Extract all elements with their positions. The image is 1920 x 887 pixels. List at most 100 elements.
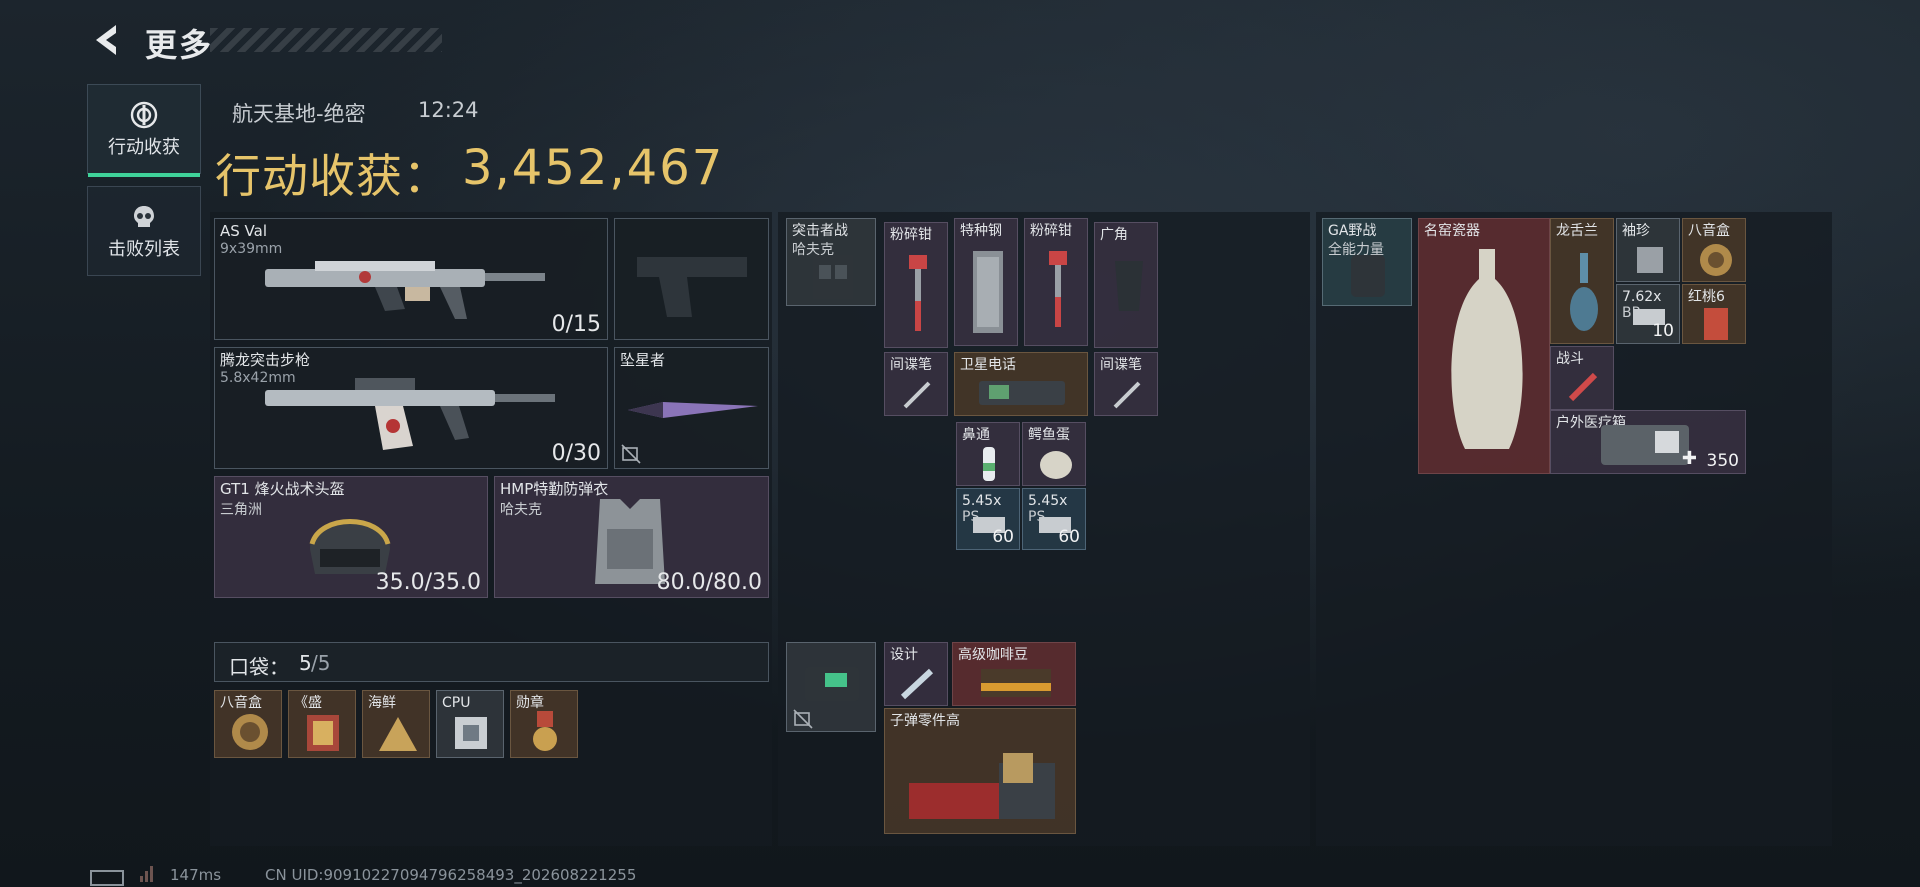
backpack-item[interactable]: 户外医疗箱 350 ✚ — [1550, 410, 1746, 474]
seafood-icon — [379, 717, 417, 751]
rig-item[interactable]: 粉碎钳 — [1024, 218, 1088, 346]
pocket-item[interactable]: 八音盒 — [214, 690, 282, 758]
wide-angle-lens-icon — [1115, 261, 1143, 311]
backpack-slot[interactable] — [786, 642, 876, 732]
map-name: 航天基地-绝密 — [232, 102, 366, 126]
tequila-bottle-icon — [1570, 253, 1598, 331]
pocket-item[interactable]: CPU — [436, 690, 504, 758]
pocket-item[interactable]: 《盛 — [288, 690, 356, 758]
item-quantity: 60 — [992, 527, 1014, 547]
coffee-beans-icon — [981, 669, 1051, 697]
item-name: 名窑瓷器 — [1424, 223, 1480, 239]
nasal-spray-icon — [983, 447, 995, 481]
page-title: 更多 — [145, 26, 214, 64]
pocket-item[interactable]: 勋章 — [510, 690, 578, 758]
combat-stimulant-icon — [1568, 372, 1598, 402]
armor-durability: 80.0/80.0 — [656, 570, 762, 595]
rig-item[interactable]: 粉碎钳 — [884, 222, 948, 348]
item-quantity: 10 — [1652, 321, 1674, 341]
item-name: CPU — [442, 695, 471, 711]
item-name: 鳄鱼蛋 — [1028, 427, 1070, 443]
ping: 147ms — [170, 866, 222, 884]
knife-icon — [628, 402, 758, 418]
pocket-item[interactable]: 海鲜 — [362, 690, 430, 758]
tab-loot[interactable]: 行动收获 — [87, 84, 201, 177]
rig-item[interactable]: 5.45x PS 60 — [1022, 488, 1086, 550]
pouch-item[interactable]: 子弹零件高 — [884, 708, 1076, 834]
helmet-durability: 35.0/35.0 — [375, 570, 481, 595]
loot-total-label: 行动收获： — [215, 149, 450, 203]
item-name: 鼻通 — [962, 427, 990, 443]
rig-item[interactable]: 特种钢 — [954, 218, 1018, 346]
rig-item[interactable]: 5.45x PS 60 — [956, 488, 1020, 550]
pouch-item[interactable]: 高级咖啡豆 — [952, 642, 1076, 706]
backpack-item[interactable]: 八音盒 — [1682, 218, 1746, 282]
loot-icon — [130, 101, 158, 129]
ammo-count: 0/30 — [551, 441, 601, 466]
backpack-item[interactable]: 龙舌兰 — [1550, 218, 1614, 344]
tab-loot-label: 行动收获 — [108, 137, 180, 158]
armor-slot[interactable]: HMP特勤防弹衣 哈夫克 80.0/80.0 — [494, 476, 769, 598]
spy-pen-icon — [1113, 381, 1141, 409]
music-box-icon — [1700, 244, 1732, 276]
item-name: 粉碎钳 — [890, 227, 932, 243]
cpu-icon — [455, 717, 487, 749]
backpack-item[interactable]: 7.62x BP 10 — [1616, 284, 1680, 344]
porcelain-vase-icon — [1451, 249, 1523, 449]
item-name: 红桃6 — [1688, 289, 1725, 305]
rig-item[interactable]: 间谍笔 — [884, 352, 948, 416]
special-steel-icon — [973, 251, 1003, 333]
item-name: 特种钢 — [960, 223, 1002, 239]
active-tab-indicator — [88, 173, 200, 177]
rig-item[interactable]: 卫星电话 — [954, 352, 1088, 416]
ammo-count: 0/15 — [551, 312, 601, 337]
item-name: 八音盒 — [1688, 223, 1730, 239]
pistol-silhouette-icon — [637, 257, 747, 317]
item-quantity: 350 — [1706, 451, 1739, 471]
plus-icon: ✚ — [1681, 448, 1697, 469]
item-name: 坠星者 — [620, 351, 666, 369]
backpack-item[interactable]: 战斗 — [1550, 346, 1614, 410]
item-maker: 哈夫克 — [500, 502, 542, 518]
item-name: GA野战 — [1328, 223, 1377, 239]
field-backpack-icon — [1351, 255, 1385, 297]
rig-item[interactable]: 广角 — [1094, 222, 1158, 348]
item-name: 高级咖啡豆 — [958, 647, 1028, 663]
tab-kill-list[interactable]: 击败列表 — [87, 186, 201, 276]
primary-weapon-slot[interactable]: AS Val 9x39mm 0/15 — [214, 218, 608, 340]
secondary-weapon-slot[interactable]: 腾龙突击步枪 5.8x42mm 0/30 — [214, 347, 608, 469]
pockets-header: 口袋： 5 /5 — [214, 642, 769, 682]
backpack-item[interactable]: 红桃6 — [1682, 284, 1746, 344]
item-name: 子弹零件高 — [890, 713, 960, 729]
rig-item[interactable]: 鳄鱼蛋 — [1022, 422, 1086, 486]
item-name: AS Val — [220, 222, 268, 240]
signal-icon — [140, 864, 154, 882]
helmet-slot[interactable]: GT1 烽火战术头盔 三角洲 35.0/35.0 — [214, 476, 488, 598]
item-quantity: 60 — [1058, 527, 1080, 547]
rig-item[interactable]: 间谍笔 — [1094, 352, 1158, 416]
pistol-slot[interactable] — [614, 218, 769, 340]
skull-icon — [134, 206, 154, 227]
backpack-bag-slot[interactable]: GA野战 全能力量 — [1322, 218, 1412, 306]
no-insurance-icon — [621, 444, 641, 464]
pipe-wrench-icon — [1049, 251, 1067, 327]
backpack-item[interactable]: 名窑瓷器 — [1418, 218, 1550, 474]
pouch-item[interactable]: 设计 — [884, 642, 948, 706]
item-name: 海鲜 — [368, 695, 396, 711]
backpack-item[interactable]: 袖珍 — [1616, 218, 1680, 282]
tab-kill-list-label: 击败列表 — [108, 239, 180, 260]
rifle-icon — [265, 261, 545, 319]
rig-item[interactable]: 鼻通 — [956, 422, 1020, 486]
outdoor-medkit-icon — [1601, 425, 1689, 465]
medal-icon — [533, 711, 557, 751]
spy-pen-icon — [903, 381, 931, 409]
title-decoration — [210, 28, 442, 52]
melee-slot[interactable]: 坠星者 — [614, 347, 769, 469]
item-name: 5.45x — [962, 493, 1002, 509]
design-blueprint-icon — [900, 668, 934, 700]
item-name: 间谍笔 — [890, 357, 932, 373]
pocket-device-icon — [1637, 247, 1663, 273]
chest-rig-slot[interactable]: 突击者战 哈夫克 — [786, 218, 876, 306]
item-name: 袖珍 — [1622, 223, 1650, 239]
back-arrow-icon[interactable] — [90, 22, 122, 58]
